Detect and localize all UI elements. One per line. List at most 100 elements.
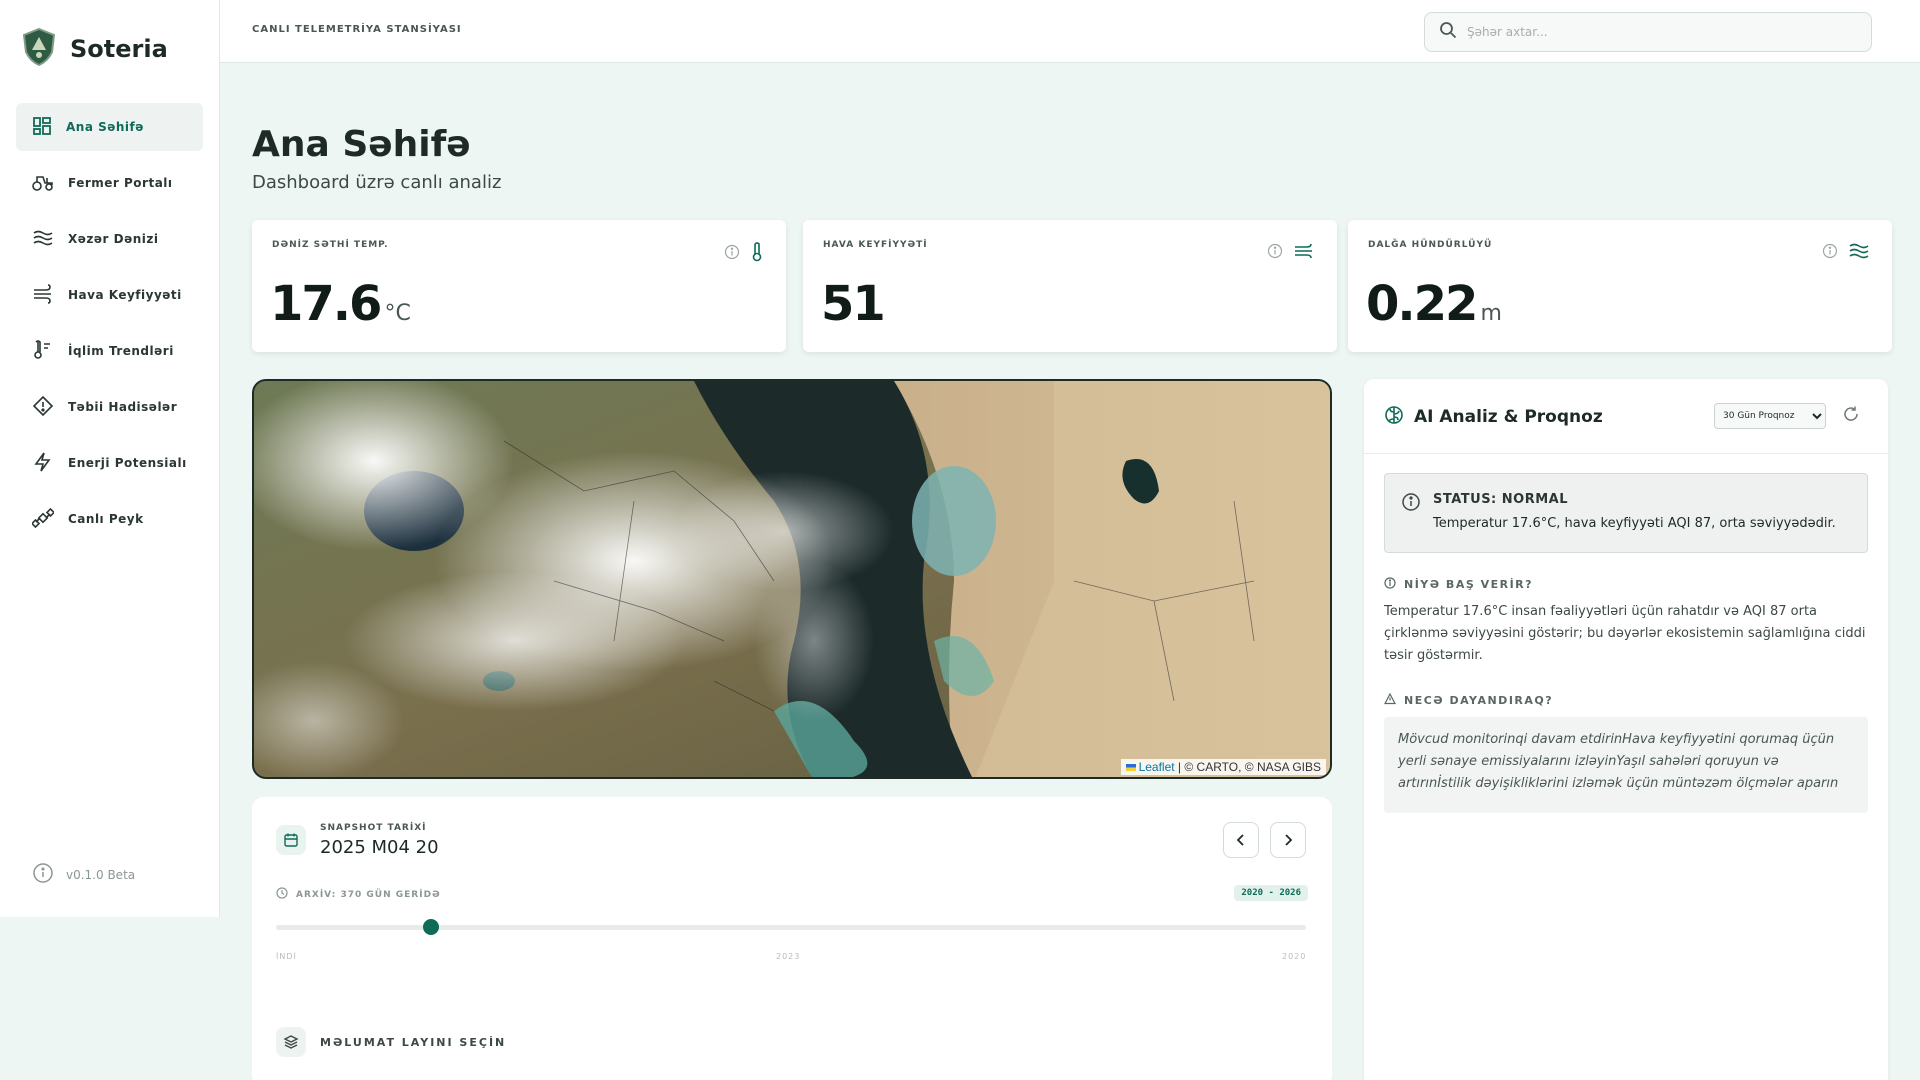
card-icons	[724, 242, 764, 266]
version-text: v0.1.0 Beta	[66, 867, 136, 882]
status-text: Temperatur 17.6°C, hava keyfiyyəti AQI 8…	[1433, 516, 1836, 531]
card-value: 17.6 °C	[270, 276, 411, 332]
lightning-icon	[32, 452, 54, 475]
sidebar: Soteria Ana Səhifə Fermer Portalı Xəzər …	[0, 0, 220, 917]
sidebar-item-label: Hava Keyfiyyəti	[68, 288, 182, 302]
snapshot-date: 2025 M04 20	[320, 837, 439, 858]
sidebar-item-canli-peyk[interactable]: Canlı Peyk	[16, 495, 203, 543]
archive-text: ARXİV: 370 GÜN GERİDƏ	[296, 889, 441, 900]
forecast-period-select[interactable]: 30 Gün Proqnoz	[1714, 403, 1826, 429]
info-icon[interactable]	[1822, 243, 1838, 263]
tractor-icon	[32, 172, 54, 195]
value-unit: °C	[384, 301, 411, 326]
waves-icon	[1848, 242, 1870, 264]
search-box[interactable]	[1424, 12, 1872, 52]
sidebar-item-ana-sehife[interactable]: Ana Səhifə	[16, 103, 203, 151]
value-number: 17.6	[270, 276, 382, 332]
sidebar-item-iqlim-trendleri[interactable]: İqlim Trendləri	[16, 327, 203, 375]
card-label: DƏNİZ SƏTHİ TEMP.	[272, 240, 389, 250]
status-title: STATUS: NORMAL	[1433, 492, 1569, 507]
why-text: Temperatur 17.6°C insan fəaliyyətləri üç…	[1384, 604, 1866, 663]
satellite-map[interactable]: Leaflet | © CARTO, © NASA GIBS	[252, 379, 1332, 779]
sidebar-item-label: Ana Səhifə	[66, 120, 144, 134]
thermometer-icon	[750, 242, 764, 266]
waves-icon	[32, 228, 54, 251]
value-number: 51	[821, 276, 886, 332]
card-icons	[1267, 242, 1315, 264]
metric-card-sea-temp: DƏNİZ SƏTHİ TEMP. 17.6 °C	[252, 220, 786, 352]
how-text: Mövcud monitorinqi davam etdirinHava key…	[1384, 717, 1868, 813]
sidebar-item-label: Canlı Peyk	[68, 512, 144, 526]
info-icon[interactable]	[724, 244, 740, 264]
metric-card-air-quality: HAVA KEYFİYYƏTİ 51	[803, 220, 1337, 352]
how-title: NECƏ DAYANDIRAQ?	[1404, 694, 1554, 707]
status-box: STATUS: NORMAL Temperatur 17.6°C, hava k…	[1384, 473, 1868, 553]
sidebar-item-label: Təbii Hadisələr	[68, 400, 178, 414]
sidebar-item-fermer-portali[interactable]: Fermer Portalı	[16, 159, 203, 207]
thermometer-icon	[32, 339, 54, 363]
ai-header: AI Analiz & Proqnoz	[1384, 405, 1603, 429]
card-value: 0.22 m	[1366, 276, 1502, 332]
layers-icon	[276, 1027, 306, 1057]
next-date-button[interactable]	[1270, 822, 1306, 858]
info-icon	[1401, 492, 1421, 516]
chevron-right-icon	[1285, 834, 1293, 846]
why-title: NİYƏ BAŞ VERİR?	[1404, 578, 1534, 591]
flag-icon	[1125, 764, 1136, 771]
attribution-text: | © CARTO, © NASA GIBS	[1174, 760, 1321, 774]
year-range-badge: 2020 - 2026	[1234, 885, 1308, 901]
sidebar-item-label: İqlim Trendləri	[68, 344, 174, 358]
brain-icon	[1384, 405, 1404, 429]
wind-icon	[1293, 242, 1315, 264]
prev-date-button[interactable]	[1223, 822, 1259, 858]
timeline-tick-end: 2020	[1282, 952, 1307, 961]
sidebar-item-tebii-hadiseler[interactable]: Təbii Hadisələr	[16, 383, 203, 431]
card-label: HAVA KEYFİYYƏTİ	[823, 240, 928, 250]
sidebar-item-hava-keyfiyyeti[interactable]: Hava Keyfiyyəti	[16, 271, 203, 319]
refresh-icon[interactable]	[1842, 405, 1860, 427]
page-subtitle: Dashboard üzrə canlı analiz	[252, 172, 502, 193]
chevron-left-icon	[1236, 834, 1244, 846]
dashboard-icon	[32, 116, 52, 139]
info-icon[interactable]	[1267, 243, 1283, 263]
history-icon	[276, 887, 288, 902]
brand[interactable]: Soteria	[22, 27, 168, 70]
app-version: v0.1.0 Beta	[32, 862, 135, 887]
timeline-tick-mid: 2023	[776, 952, 801, 961]
station-label: CANLI TELEMETRİYA STANSİYASI	[252, 24, 462, 35]
ai-analysis-panel: AI Analiz & Proqnoz 30 Gün Proqnoz STATU…	[1364, 379, 1888, 1080]
ai-title: AI Analiz & Proqnoz	[1414, 407, 1603, 427]
layer-select-label[interactable]: MƏLUMAT LAYINI SEÇİN	[320, 1036, 506, 1049]
snapshot-label: SNAPSHOT TARİXİ	[320, 823, 427, 833]
search-input[interactable]	[1467, 25, 1847, 39]
sidebar-item-label: Xəzər Dənizi	[68, 232, 159, 246]
archive-info: ARXİV: 370 GÜN GERİDƏ	[276, 887, 441, 902]
brand-name: Soteria	[70, 35, 168, 63]
sidebar-item-enerji-potensiali[interactable]: Enerji Potensialı	[16, 439, 203, 487]
satellite-icon	[30, 507, 56, 531]
value-number: 0.22	[1366, 276, 1478, 332]
sidebar-item-label: Enerji Potensialı	[68, 456, 187, 470]
value-unit: m	[1480, 301, 1502, 326]
how-heading: NECƏ DAYANDIRAQ?	[1384, 692, 1554, 708]
sidebar-item-label: Fermer Portalı	[68, 176, 173, 190]
sidebar-nav: Ana Səhifə Fermer Portalı Xəzər Dənizi H…	[16, 103, 203, 551]
satellite-imagery	[254, 381, 1330, 777]
card-label: DALĞA HÜNDÜRLÜYÜ	[1368, 240, 1493, 250]
map-attribution: Leaflet | © CARTO, © NASA GIBS	[1120, 759, 1326, 775]
leaflet-link[interactable]: Leaflet	[1139, 760, 1175, 774]
warning-triangle-icon	[1384, 692, 1396, 708]
snapshot-panel: SNAPSHOT TARİXİ 2025 M04 20 ARXİV: 370 G…	[252, 797, 1332, 1080]
topbar: CANLI TELEMETRİYA STANSİYASI	[220, 0, 1920, 63]
divider	[1364, 453, 1888, 454]
why-heading: NİYƏ BAŞ VERİR?	[1384, 577, 1533, 592]
timeline-tick-start: İNDİ	[276, 952, 297, 961]
info-icon	[32, 862, 54, 887]
calendar-icon	[276, 825, 306, 855]
search-icon	[1439, 21, 1457, 43]
sidebar-item-xezer-denizi[interactable]: Xəzər Dənizi	[16, 215, 203, 263]
timeline-slider-thumb[interactable]	[422, 919, 439, 935]
page-title: Ana Səhifə	[252, 124, 471, 165]
shield-logo-icon	[22, 27, 56, 70]
card-icons	[1822, 242, 1870, 264]
